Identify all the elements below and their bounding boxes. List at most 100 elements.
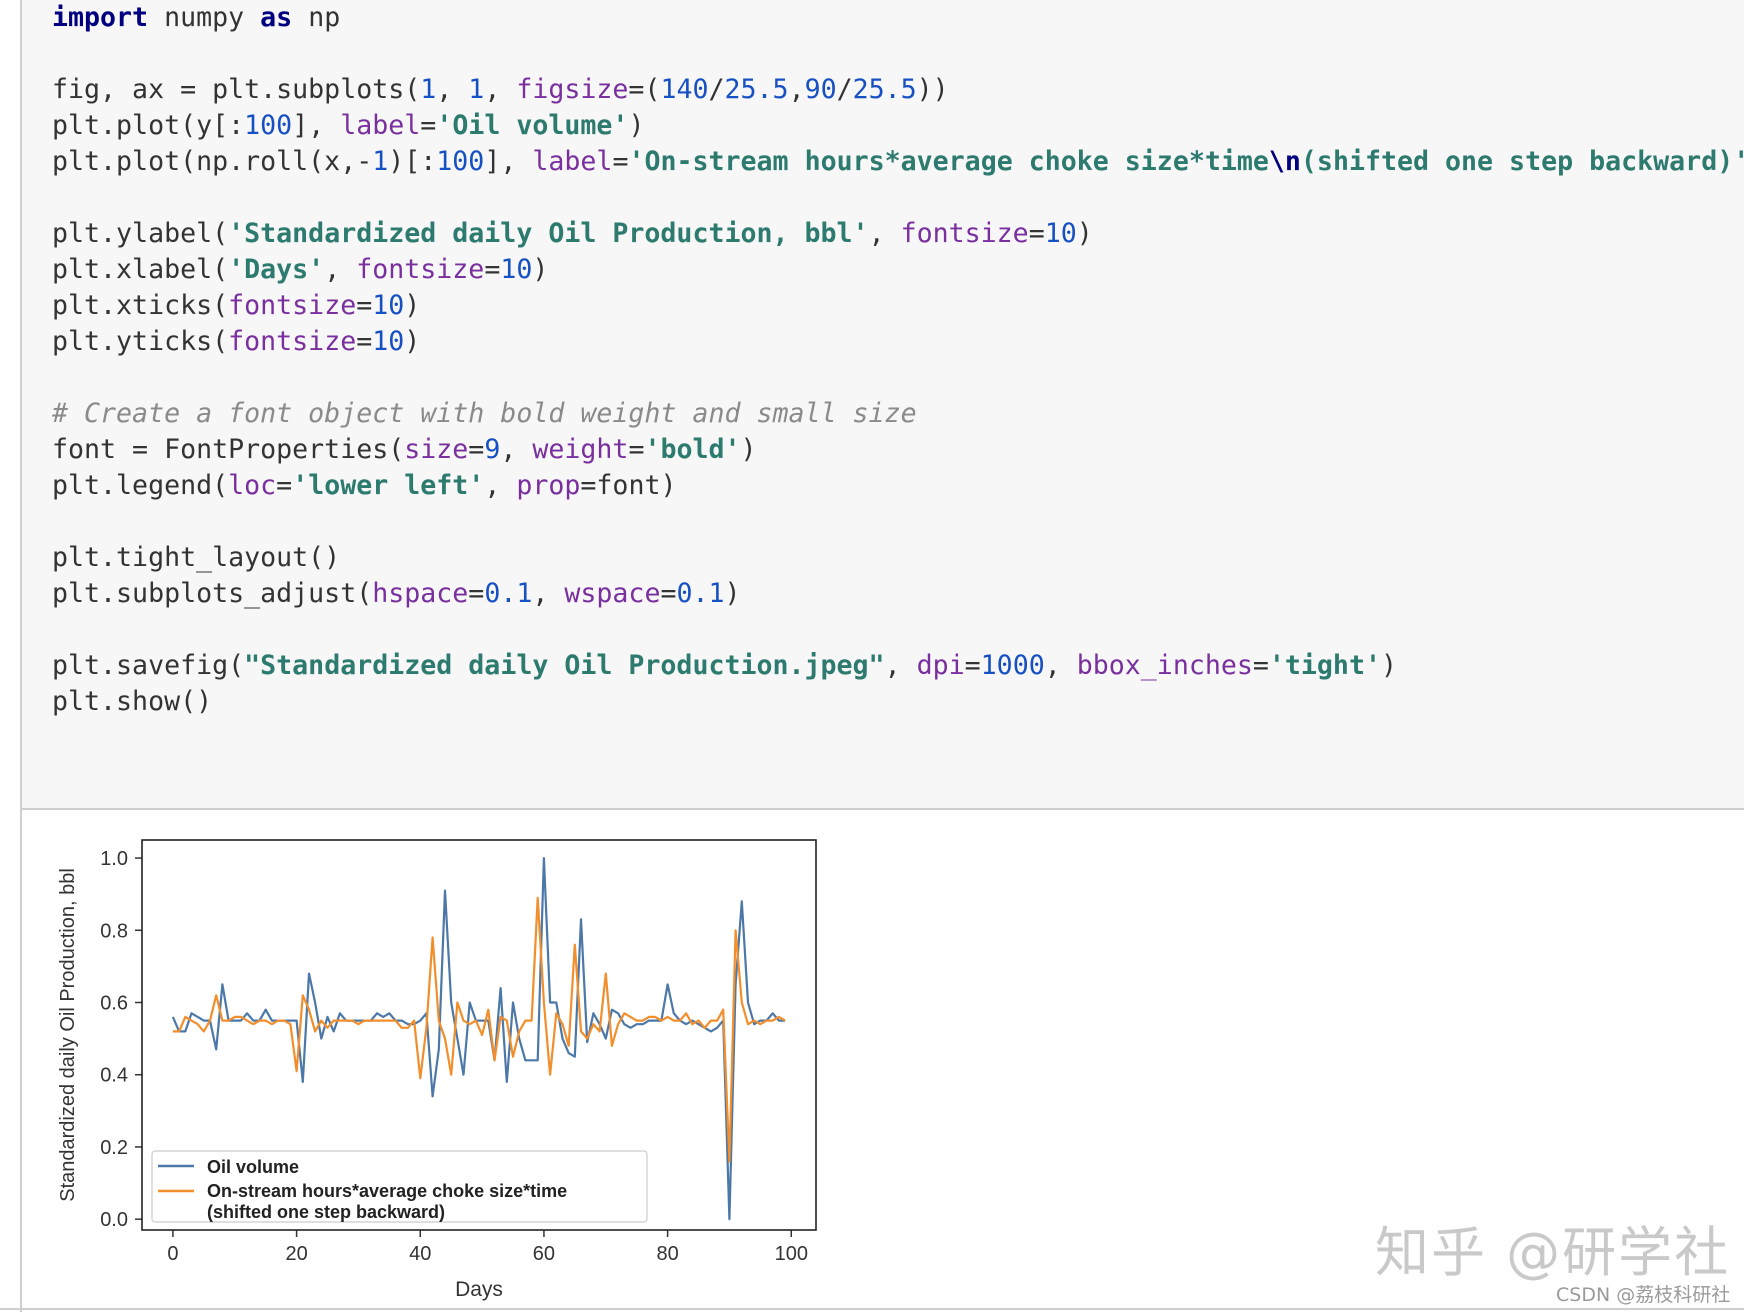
y-tick-label: 0.4	[100, 1065, 128, 1087]
code-token: )	[628, 110, 645, 141]
line-chart: 0 20 40 60 80 100 0.0 0.2 0.4 0.6 0.8 1.0 Days Standa…	[57, 839, 817, 1301]
code-line[interactable]: # Create a font object with bold weight …	[52, 396, 1744, 432]
code-token: )	[1380, 650, 1397, 681]
code-line[interactable]: import numpy as np	[52, 0, 1744, 36]
bottom-border	[0, 1308, 1744, 1310]
code-token: ,	[500, 434, 533, 465]
code-token: ,	[484, 74, 517, 105]
code-token: 0.1	[484, 578, 533, 609]
code-line[interactable]: plt.xticks(fontsize=10)	[52, 288, 1744, 324]
code-token: ],	[484, 146, 533, 177]
code-token: =	[356, 290, 373, 321]
code-token: np	[292, 2, 341, 33]
code-line[interactable]	[52, 36, 1744, 72]
legend-label-oil-volume: Oil volume	[207, 1157, 299, 1177]
code-line[interactable]	[52, 360, 1744, 396]
code-token: )	[532, 254, 549, 285]
code-token: 25.5	[724, 74, 789, 105]
y-tick-label: 0.2	[100, 1137, 128, 1159]
code-token: =	[484, 254, 501, 285]
code-line[interactable]: plt.plot(y[:100], label='Oil volume')	[52, 108, 1744, 144]
code-token: numpy	[148, 2, 261, 33]
code-token: plt.tight_layout()	[52, 542, 341, 573]
code-line[interactable]: plt.yticks(fontsize=10)	[52, 324, 1744, 360]
code-token: ,	[484, 470, 517, 501]
code-token: /	[836, 74, 853, 105]
code-line[interactable]	[52, 612, 1744, 648]
code-token: plt.xlabel(	[52, 254, 229, 285]
code-token: ],	[292, 110, 341, 141]
code-token: ,	[868, 218, 901, 249]
code-token: plt.savefig(	[52, 650, 245, 681]
code-line[interactable]: plt.plot(np.roll(x,-1)[:100], label='On-…	[52, 144, 1744, 180]
code-token: 'Days'	[228, 254, 325, 285]
y-tick-label: 0.6	[100, 993, 128, 1015]
code-token: \n	[1268, 146, 1301, 177]
code-token: =	[1028, 218, 1045, 249]
code-line[interactable]: plt.tight_layout()	[52, 540, 1744, 576]
x-tick-label: 0	[167, 1243, 178, 1265]
code-token: 140	[660, 74, 709, 105]
code-token: loc	[228, 470, 277, 501]
code-line[interactable]: plt.show()	[52, 684, 1744, 720]
code-editor[interactable]: import numpy as np fig, ax = plt.subplot…	[52, 0, 1744, 720]
code-token: plt.plot(y[:	[52, 110, 245, 141]
code-token: )	[724, 578, 741, 609]
y-axis-label: Standardized daily Oil Production, bbl	[57, 868, 79, 1202]
code-token: 10	[1044, 218, 1077, 249]
code-line[interactable]: plt.xlabel('Days', fontsize=10)	[52, 252, 1744, 288]
code-token: =	[420, 110, 437, 141]
code-line[interactable]: plt.savefig("Standardized daily Oil Prod…	[52, 648, 1744, 684]
x-tick-label: 40	[409, 1243, 431, 1265]
y-tick-label: 0.0	[100, 1209, 128, 1231]
x-tick-label: 20	[285, 1243, 307, 1265]
code-cell[interactable]: import numpy as np fig, ax = plt.subplot…	[22, 0, 1744, 810]
code-token: )	[404, 326, 421, 357]
code-token: ,	[324, 254, 357, 285]
code-token: =	[356, 326, 373, 357]
code-token: =	[628, 434, 645, 465]
code-token: size	[404, 434, 469, 465]
code-token: =font)	[580, 470, 677, 501]
code-line[interactable]: plt.legend(loc='lower left', prop=font)	[52, 468, 1744, 504]
code-token: ,	[884, 650, 917, 681]
code-token: )	[740, 434, 757, 465]
code-token: font = FontProperties(	[52, 434, 405, 465]
x-tick-label: 100	[775, 1243, 808, 1265]
code-token: /	[708, 74, 725, 105]
code-token: wspace	[564, 578, 661, 609]
code-token: fontsize	[228, 326, 357, 357]
code-token: plt.legend(	[52, 470, 229, 501]
code-token: 'lower left'	[292, 470, 485, 501]
code-line[interactable]: fig, ax = plt.subplots(1, 1, figsize=(14…	[52, 72, 1744, 108]
code-token: plt.plot(np.roll(x,-	[52, 146, 373, 177]
code-token: 1000	[980, 650, 1045, 681]
code-token: as	[260, 2, 293, 33]
code-token: 100	[244, 110, 293, 141]
code-token: plt.yticks(	[52, 326, 229, 357]
watermark-csdn: CSDN @荔枝科研社	[1556, 1284, 1731, 1306]
code-line[interactable]	[52, 504, 1744, 540]
code-token: fontsize	[228, 290, 357, 321]
code-token: )	[404, 290, 421, 321]
code-line[interactable]	[52, 180, 1744, 216]
x-tick-label: 80	[656, 1243, 678, 1265]
y-tick-label: 0.8	[100, 920, 128, 942]
code-token: 9	[484, 434, 501, 465]
code-token: label	[340, 110, 421, 141]
legend-label-line: (shifted one step backward)	[207, 1202, 445, 1222]
code-token: 10	[372, 326, 405, 357]
code-line[interactable]: plt.subplots_adjust(hspace=0.1, wspace=0…	[52, 576, 1744, 612]
code-token: plt.show()	[52, 686, 213, 717]
code-line[interactable]: plt.ylabel('Standardized daily Oil Produ…	[52, 216, 1744, 252]
code-line[interactable]: font = FontProperties(size=9, weight='bo…	[52, 432, 1744, 468]
code-token: bbox_inches	[1076, 650, 1253, 681]
code-token: # Create a font object with bold weight …	[52, 398, 917, 429]
code-token: =	[660, 578, 677, 609]
code-token: =	[1252, 650, 1269, 681]
code-token: (shifted one step backward)'	[1300, 146, 1744, 177]
code-token: prop	[516, 470, 581, 501]
code-token: 90	[804, 74, 837, 105]
code-token: =	[964, 650, 981, 681]
legend-label-line: On-stream hours*average choke size*time	[207, 1181, 567, 1201]
